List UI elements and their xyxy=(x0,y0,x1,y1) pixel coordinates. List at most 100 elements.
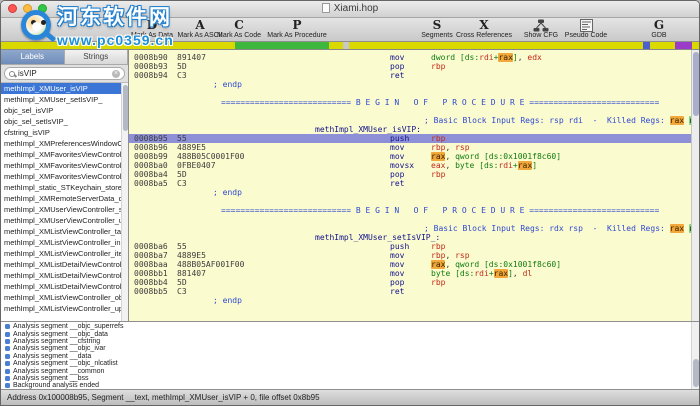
operand: qword [ds:0x1001f8c60] xyxy=(455,152,562,161)
log-bullet-icon xyxy=(5,375,10,381)
toolbar-button-pseudo-code[interactable]: Pseudo Code xyxy=(561,19,611,40)
endp-comment[interactable]: ; endp xyxy=(129,188,699,197)
address: 0008b94 xyxy=(134,71,168,80)
symbol-list-item[interactable]: methImpl_XMListViewController_updat... xyxy=(1,303,128,314)
procedure-label[interactable]: methImpl_XMUser_setIsVIP_: xyxy=(129,233,699,242)
disasm-line[interactable]: 0008bb4 5D pop rbp xyxy=(129,278,699,287)
toolbar-glyph-d: D xyxy=(146,18,158,32)
mnemonic: mov xyxy=(390,53,405,62)
sidebar-tab-labels[interactable]: Labels xyxy=(1,50,65,64)
symbol-list-item[interactable]: methImpl_XMFavoritesViewController_... xyxy=(1,149,128,160)
disasm-line[interactable] xyxy=(129,215,699,224)
symbol-list-item[interactable]: objc_sel_isVIP xyxy=(1,105,128,116)
symbol-list-item[interactable]: methImpl_XMListViewController_itemLi... xyxy=(1,248,128,259)
nav-segment-1[interactable] xyxy=(234,42,330,49)
minimize-button[interactable] xyxy=(23,4,32,13)
disasm-line[interactable] xyxy=(129,197,699,206)
log-line: Background analysis ended xyxy=(1,382,699,389)
symbol-list-item[interactable]: methImpl_XMRemoteServerData_descri... xyxy=(1,193,128,204)
procedure-separator[interactable]: =========================== B E G I N O … xyxy=(129,98,699,107)
symbol-list-item[interactable]: methImpl_XMPreferencesWindowContr... xyxy=(1,138,128,149)
log-scrollbar-thumb[interactable] xyxy=(693,359,699,387)
symbol-list-item[interactable]: methImpl_XMListDetailViewController_... xyxy=(1,281,128,292)
sidebar-tab-strings[interactable]: Strings xyxy=(64,50,128,64)
basic-block-comment[interactable]: ; Basic Block Input Regs: rdx rsp - Kill… xyxy=(129,224,699,233)
nav-segment-5[interactable] xyxy=(643,42,651,49)
operand: rsp xyxy=(455,143,470,152)
disasm-line[interactable]: 0008ba6 55 push rbp xyxy=(129,242,699,251)
search-input[interactable]: isVIP × xyxy=(4,67,125,80)
toolbar-button-mark-as-data[interactable]: D Mark As Data xyxy=(129,19,175,40)
procedure-label[interactable]: methImpl_XMUser_isVIP: xyxy=(129,125,699,134)
symbol-list-item[interactable]: methImpl_XMListDetailViewController_... xyxy=(1,270,128,281)
nav-segment-4[interactable] xyxy=(348,42,644,49)
disasm-line[interactable]: 0008b90 891407 mov dword [ds:rdi+rax], edx xyxy=(129,53,699,62)
log-text: Analysis segment __objc_nlcatlist xyxy=(13,360,118,368)
sidebar-scrollbar-thumb[interactable] xyxy=(122,85,128,131)
symbol-list-item[interactable]: objc_sel_setIsVIP_ xyxy=(1,116,128,127)
procedure-separator[interactable]: =========================== B E G I N O … xyxy=(129,206,699,215)
symbol-list-item[interactable]: cfstring_isVIP xyxy=(1,127,128,138)
disassembly-view[interactable]: 0008b90 891407 mov dword [ds:rdi+rax], edx 0… xyxy=(129,50,699,321)
operand: rbp xyxy=(431,134,446,143)
endp-comment[interactable]: ; endp xyxy=(129,80,699,89)
basic-block-comment[interactable]: ; Basic Block Input Regs: rsp rdi - Kill… xyxy=(129,116,699,125)
close-button[interactable] xyxy=(8,4,17,13)
disasm-line[interactable]: 0008ba4 5D pop rbp xyxy=(129,170,699,179)
log-text: Background analysis ended xyxy=(13,382,100,389)
symbol-list-item[interactable]: methImpl_XMFavoritesViewController_... xyxy=(1,160,128,171)
symbol-list-item[interactable]: methImpl_XMUser_setIsVIP_ xyxy=(1,94,128,105)
log-text: Analysis segment __objc_superrefs xyxy=(13,323,124,331)
toolbar-button-gdb[interactable]: G GDB xyxy=(637,19,681,40)
symbol-list-item[interactable]: methImpl_XMFavoritesViewController_... xyxy=(1,171,128,182)
endp-comment[interactable]: ; endp xyxy=(129,296,699,305)
disasm-scrollbar[interactable] xyxy=(691,50,699,321)
window-controls xyxy=(8,4,47,13)
disasm-line[interactable]: 0008b96 4889E5 mov rbp, rsp xyxy=(129,143,699,152)
symbol-list-item[interactable]: methImpl_XMUser_isVIP xyxy=(1,83,128,94)
toolbar-button-show-cfg[interactable]: Show CFG xyxy=(519,19,563,40)
disasm-line[interactable]: 0008ba0 0FBE0407 movsx eax, byte [ds:rdi+ra… xyxy=(129,161,699,170)
operand: edx xyxy=(527,53,542,62)
disasm-line[interactable]: 0008b99 488B05C0001F00 mov rax, qword [ds:0… xyxy=(129,152,699,161)
symbol-list-item[interactable]: methImpl_static_STKeychain_storeUse... xyxy=(1,182,128,193)
disasm-line[interactable]: 0008ba5 C3 ret xyxy=(129,179,699,188)
toolbar-button-cross-references[interactable]: X Cross References xyxy=(453,19,515,40)
operand: rsp xyxy=(455,251,470,260)
operand: , xyxy=(517,53,528,62)
operand: dl xyxy=(522,269,533,278)
disasm-line[interactable]: 0008bb1 881407 mov byte [ds:rdi+rax], dl xyxy=(129,269,699,278)
disasm-scrollbar-thumb[interactable] xyxy=(693,52,699,116)
disasm-line[interactable]: 0008baa 488B05AF001F00 mov rax, qword [ds:0… xyxy=(129,260,699,269)
opcode-bytes: 0FBE0407 xyxy=(177,161,216,170)
nav-segment-8[interactable] xyxy=(691,42,699,49)
operand: rdi xyxy=(498,161,513,170)
toolbar-button-mark-as-code[interactable]: C Mark As Code xyxy=(217,19,261,40)
disasm-line[interactable]: 0008bb5 C3 ret xyxy=(129,287,699,296)
nav-segment-0[interactable] xyxy=(1,42,235,49)
symbol-list-item[interactable]: methImpl_XMListDetailViewController_... xyxy=(1,259,128,270)
nav-segment-7[interactable] xyxy=(674,42,692,49)
disasm-line[interactable]: 0008ba7 4889E5 mov rbp, rsp xyxy=(129,251,699,260)
symbol-list-item[interactable]: methImpl_XMListViewController_initOb... xyxy=(1,237,128,248)
clear-search-icon[interactable]: × xyxy=(112,69,120,78)
disasm-line[interactable]: 0008b94 C3 ret xyxy=(129,71,699,80)
sidebar-scrollbar[interactable] xyxy=(121,83,128,321)
titlebar[interactable]: Xiami.hop xyxy=(1,1,699,18)
disasm-line[interactable] xyxy=(129,107,699,116)
disasm-line[interactable]: 0008b95 55 push rbp xyxy=(129,134,699,143)
log-line: Analysis segment __bss xyxy=(1,375,699,382)
symbol-list-item[interactable]: methImpl_XMUserViewController_settin... xyxy=(1,204,128,215)
zoom-button[interactable] xyxy=(38,4,47,13)
nav-segment-6[interactable] xyxy=(650,42,675,49)
disasm-line[interactable]: 0008b93 5D pop rbp xyxy=(129,62,699,71)
symbol-list-item[interactable]: methImpl_XMListViewController_tableV... xyxy=(1,226,128,237)
toolbar-button-mark-as-procedure[interactable]: P Mark As Procedure xyxy=(263,19,331,40)
nav-segment-2[interactable] xyxy=(329,42,343,49)
symbol-list-item[interactable]: methImpl_XMUserViewController_upda... xyxy=(1,215,128,226)
log-line: Analysis segment __common xyxy=(1,367,699,375)
symbol-list-item[interactable]: methImpl_XMListViewController_obser... xyxy=(1,292,128,303)
log-scrollbar[interactable] xyxy=(691,322,699,389)
disasm-line[interactable] xyxy=(129,89,699,98)
segment-navigation-bar[interactable] xyxy=(1,42,699,50)
